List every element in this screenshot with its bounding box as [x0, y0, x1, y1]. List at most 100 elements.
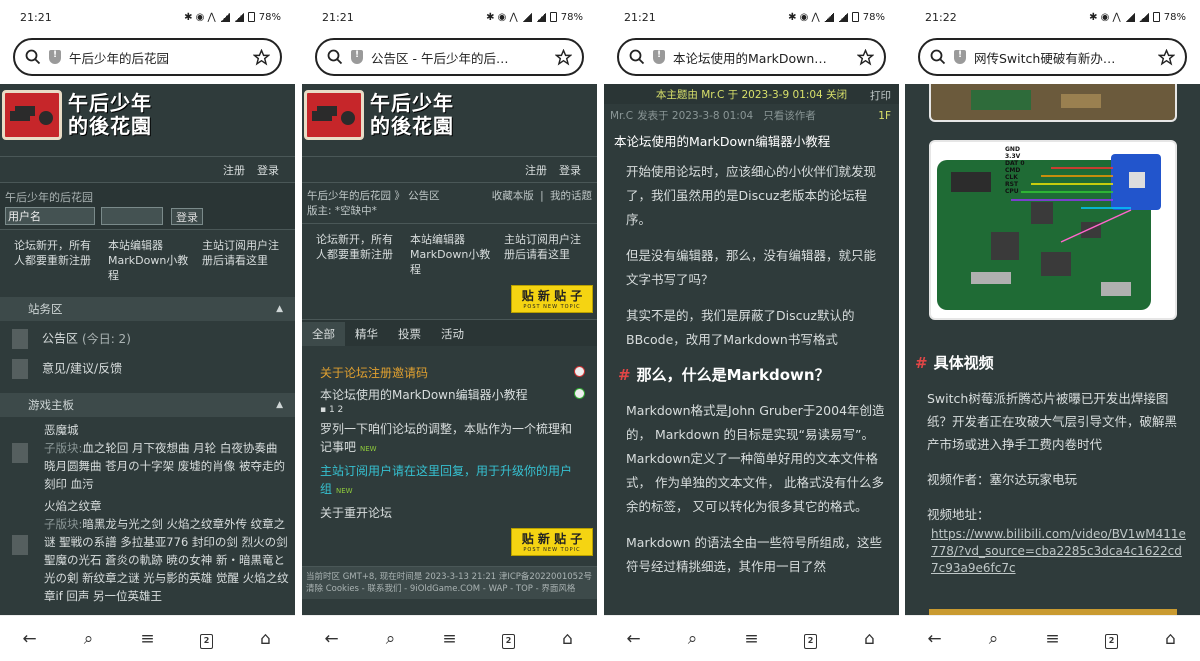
url-text[interactable]: 本论坛使用的MarkDown…	[673, 48, 849, 67]
shield-warning-icon[interactable]	[49, 50, 61, 64]
only-author-link[interactable]: 只看该作者	[763, 108, 816, 123]
thread-title[interactable]: 关于重开论坛	[320, 506, 392, 520]
tab-featured[interactable]: 精华	[345, 322, 388, 346]
notice-link-1[interactable]: 论坛新开，所有人都要重新注册	[14, 238, 100, 283]
tabs-icon[interactable]: 2	[494, 628, 524, 649]
thread-title[interactable]: 关于论坛注册邀请码	[320, 366, 428, 380]
search-icon[interactable]: ⌕	[979, 629, 1009, 649]
url-text[interactable]: 公告区 - 午后少年的后…	[371, 48, 547, 67]
login-link[interactable]: 登录	[257, 162, 279, 178]
page-content: 本主题由 Mr.C 于 2023-3-9 01:04 关闭 打印 Mr.C 发表…	[604, 84, 899, 615]
login-link[interactable]: 登录	[559, 162, 581, 178]
favorite-board-link[interactable]: 收藏本版	[492, 190, 534, 202]
back-arrow-icon[interactable]: ←	[317, 629, 347, 649]
address-bar[interactable]: 本论坛使用的MarkDown…	[617, 38, 886, 76]
tabs-icon[interactable]: 2	[192, 628, 222, 649]
signal-icon	[535, 12, 546, 22]
board-name[interactable]: 意见/建议/反馈	[42, 362, 122, 376]
home-icon[interactable]: ⌂	[1156, 629, 1186, 649]
menu-icon[interactable]: ≡	[435, 629, 465, 649]
video-link[interactable]: https://www.bilibili.com/video/BV1wM411e…	[915, 526, 1188, 577]
new-topic-button[interactable]: 贴 新 贴 子 POST NEW TOPIC	[511, 528, 593, 556]
document-icon	[12, 329, 28, 349]
section-header-station[interactable]: 站务区 ▲	[0, 297, 295, 321]
bottom-nav: ← ⌕ ≡ 2 ⌂	[604, 615, 899, 661]
shield-warning-icon[interactable]	[653, 50, 665, 64]
circuit-board-diagram	[937, 154, 1161, 310]
url-text[interactable]: 网传Switch硬破有新办…	[974, 48, 1150, 67]
forum-title[interactable]: 恶魔城	[44, 421, 289, 439]
forum-title[interactable]: 火焰之纹章	[44, 497, 289, 515]
home-icon[interactable]: ⌂	[553, 629, 583, 649]
back-arrow-icon[interactable]: ←	[619, 629, 649, 649]
address-bar[interactable]: 午后少年的后花园	[13, 38, 282, 76]
tabs-icon[interactable]: 2	[796, 628, 826, 649]
shield-warning-icon[interactable]	[954, 50, 966, 64]
board-name[interactable]: 公告区	[42, 332, 78, 346]
home-icon[interactable]: ⌂	[855, 629, 885, 649]
thread-row[interactable]: 关于重开论坛	[320, 504, 579, 522]
thread-title[interactable]: 本论坛使用的MarkDown编辑器小教程	[320, 388, 528, 402]
logo-line2: 的後花園	[68, 114, 152, 138]
bottom-nav: ← ⌕ ≡ 2 ⌂	[302, 615, 597, 661]
thread-title[interactable]: 主站订阅用户请在这里回复，用于升级你的用户组	[320, 464, 572, 496]
post-author[interactable]: Mr.C	[610, 110, 633, 122]
tab-all[interactable]: 全部	[302, 322, 345, 346]
username-field[interactable]	[5, 207, 95, 225]
star-icon[interactable]	[555, 48, 572, 66]
search-icon[interactable]	[930, 49, 946, 65]
search-icon[interactable]	[25, 49, 41, 65]
wiring-diagram-image: GND 3.3V DAT 0 CMD CLK RST CPU	[929, 140, 1177, 320]
notice-link-2[interactable]: 本站编辑器MarkDown小教程	[108, 238, 194, 283]
login-button[interactable]: 登录	[171, 207, 203, 225]
tabs-icon[interactable]: 2	[1097, 628, 1127, 649]
new-topic-button[interactable]: 贴 新 贴 子 POST NEW TOPIC	[511, 285, 593, 313]
star-icon[interactable]	[857, 48, 874, 66]
password-field[interactable]	[101, 207, 163, 225]
my-topics-link[interactable]: 我的话题	[550, 190, 592, 202]
back-arrow-icon[interactable]: ←	[920, 629, 950, 649]
footer-links[interactable]: 清除 Cookies - 联系我们 - 9iOldGame.COM - WAP …	[306, 583, 593, 595]
home-icon[interactable]: ⌂	[251, 629, 281, 649]
search-icon[interactable]	[629, 49, 645, 65]
site-logo[interactable]: 午后少年 的後花園	[302, 84, 597, 146]
search-icon[interactable]: ⌕	[74, 629, 104, 649]
register-link[interactable]: 注册	[525, 162, 547, 178]
collapse-icon[interactable]: ▲	[276, 304, 283, 314]
print-link[interactable]: 打印	[870, 88, 891, 103]
shield-warning-icon[interactable]	[351, 50, 363, 64]
star-icon[interactable]	[253, 48, 270, 66]
thread-pages[interactable]: 1 2	[329, 405, 343, 415]
register-link[interactable]: 注册	[223, 162, 245, 178]
menu-icon[interactable]: ≡	[737, 629, 767, 649]
tab-polls[interactable]: 投票	[388, 322, 431, 346]
url-text[interactable]: 午后少年的后花园	[69, 48, 245, 67]
search-icon[interactable]	[327, 49, 343, 65]
forum-item[interactable]: 意见/建议/反馈	[0, 349, 295, 379]
notice-links: 论坛新开，所有人都要重新注册 本站编辑器MarkDown小教程 主站订阅用户注册…	[302, 223, 597, 285]
status-icons: ✱ ◉ ⋀ 78%	[184, 12, 281, 23]
thread-title[interactable]: 罗列一下咱们论坛的调整，本贴作为一个梳理和记事吧	[320, 422, 572, 454]
notice-link-3[interactable]: 主站订阅用户注册后请看这里	[504, 232, 590, 277]
forum-item[interactable]: 公告区 (今日: 2)	[0, 321, 295, 349]
menu-icon[interactable]: ≡	[1038, 629, 1068, 649]
search-icon[interactable]: ⌕	[678, 629, 708, 649]
thread-row[interactable]: 关于论坛注册邀请码	[320, 364, 585, 382]
thread-row[interactable]: 罗列一下咱们论坛的调整，本贴作为一个梳理和记事吧 NEW	[320, 420, 579, 458]
notice-link-2[interactable]: 本站编辑器MarkDown小教程	[410, 232, 496, 277]
back-arrow-icon[interactable]: ←	[15, 629, 45, 649]
thread-row[interactable]: 主站订阅用户请在这里回复，用于升级你的用户组 NEW	[320, 462, 579, 500]
signal-icon	[823, 12, 834, 22]
notice-link-1[interactable]: 论坛新开，所有人都要重新注册	[316, 232, 402, 277]
site-logo[interactable]: 午后少年 的後花園	[0, 84, 295, 146]
section-header-games[interactable]: 游戏主板 ▲	[0, 393, 295, 417]
address-bar[interactable]: 公告区 - 午后少年的后…	[315, 38, 584, 76]
collapse-icon[interactable]: ▲	[276, 400, 283, 410]
search-icon[interactable]: ⌕	[376, 629, 406, 649]
notice-link-3[interactable]: 主站订阅用户注册后请看这里	[202, 238, 288, 283]
tab-events[interactable]: 活动	[431, 322, 474, 346]
thread-row[interactable]: 本论坛使用的MarkDown编辑器小教程 ▪ 1 2	[320, 386, 585, 416]
star-icon[interactable]	[1158, 48, 1175, 66]
menu-icon[interactable]: ≡	[133, 629, 163, 649]
address-bar[interactable]: 网传Switch硬破有新办…	[918, 38, 1187, 76]
